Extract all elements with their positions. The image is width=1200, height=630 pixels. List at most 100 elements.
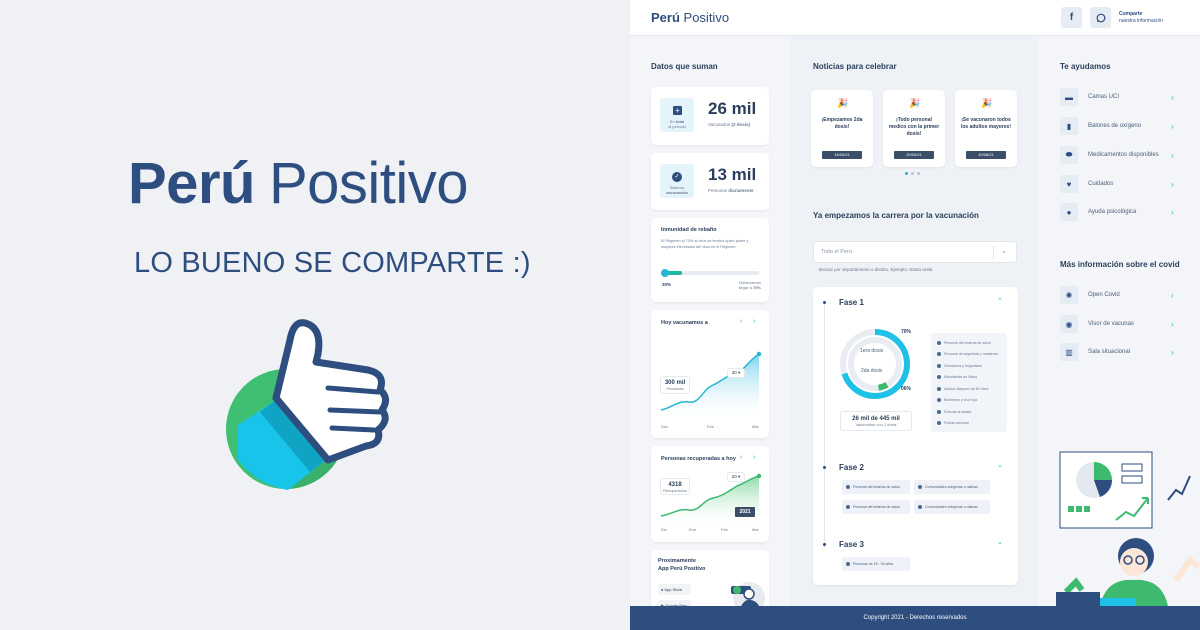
chevron-up-icon[interactable]: ⌃ [997,297,1003,305]
news-text: ¡Se vacunaron todos los adultos mayores! [960,117,1011,130]
diarios-number: 13 mil [708,165,757,184]
eye-icon: ◉ [1060,315,1078,333]
vacunados-total-card: + En total al periodo 26 mil Vacunados (2… [651,87,769,145]
recuperados-value-box: 4318 Recuperados [660,478,690,495]
share-line1: Comparte [1119,11,1143,17]
carousel-dot[interactable] [911,172,914,175]
immunity-goal: Deberíamos llegar a 70% [738,280,761,290]
hero-title: Perú Positivo [128,150,469,217]
thumbs-up-illustration [226,319,389,490]
brand-logo[interactable]: Perú Positivo [651,10,729,25]
fase1-legend: Personal del sistema de salud Personal d… [931,333,1007,432]
immunity-progress-knob[interactable] [661,269,669,277]
fase2-title[interactable]: Fase 2 [839,463,864,472]
recuperados-tooltip: 20 ▾ [727,472,745,482]
vacunamos-title: Hoy vacunamos a [661,320,708,326]
help-item-psicologica[interactable]: ● Ayuda psicológica › [1060,203,1174,221]
chevron-right-icon: › [1171,207,1174,217]
recuperados-title: Personas recuperadas a hoy [661,456,736,462]
appstore-button[interactable]: ● App Store [658,584,691,595]
fase3-title[interactable]: Fase 3 [839,540,864,549]
fase1-total-label: Vacunados con 2 dosis [855,422,897,427]
hero-panel: Perú Positivo LO BUENO SE COMPARTE :) [0,0,630,630]
legend-item: Fuerzas armadas [937,406,1001,418]
facebook-icon: f [1069,12,1074,23]
news-card[interactable]: 🎉 ¡Empezamos 2da dosis! 14/03/21 [811,90,873,167]
ayuda-column: Te ayudamos ▬ Camas UCI › ▮ Balones de oxíg… [1038,36,1200,606]
person-icon [846,485,850,489]
chevron-right-icon: › [1171,290,1174,300]
recuperados-value-label: Recuperados [663,488,687,493]
chevron-down-icon[interactable]: ⌄ [997,461,1003,469]
vacunados-number: 26 mil [708,99,757,118]
news-date: 10/08/21 [966,151,1006,159]
brand-light: Positivo [683,10,730,25]
chevron-right-icon: › [1171,347,1174,357]
immunity-title: Inmunidad de rebaño [661,227,717,233]
help-item-cuidados[interactable]: ♥ Cuidados › [1060,175,1174,193]
bar-chart-icon: ▥ [1060,343,1078,361]
next-arrow-icon[interactable]: › [753,454,755,461]
help-item-oxigeno[interactable]: ▮ Balones de oxígeno › [1060,117,1174,135]
brand-bold: Perú [651,10,680,25]
news-date: 14/03/21 [822,151,862,159]
vaccine-box-label: En total al periodo [668,119,686,129]
app-promo-card: Proximamente App Perú Positivo ● App Stor… [651,550,769,614]
chevron-right-icon: › [1171,150,1174,160]
next-arrow-icon[interactable]: › [753,318,755,325]
carousel-dot-active[interactable] [905,172,908,175]
person-icon [937,340,941,345]
recuperados-card: Personas recuperadas a hoy ‹ › 4318 Recu… [651,446,769,542]
info-item-visor[interactable]: ◉ Visor de vacunas › [1060,315,1174,333]
rec-x-label: Feb [721,527,728,532]
vacunamos-tooltip: 30 ▾ [727,368,745,378]
analyst-illustration [1056,451,1200,606]
fase1-title[interactable]: Fase 1 [839,298,864,307]
immunity-progress-track [661,269,759,277]
datos-heading: Datos que suman [651,62,718,71]
whatsapp-share-button[interactable] [1090,7,1111,28]
fase1-total-box: 26 mil de 445 mil Vacunados con 2 dosis [840,411,912,431]
oxygen-tank-icon: ▮ [1060,117,1078,135]
carousel-dot[interactable] [917,172,920,175]
news-text: ¡Empezamos 2da dosis! [821,117,863,130]
immunity-text: El Régimen al 70% al virus se tendría qu… [661,239,749,249]
diarios-desc: Personas diariamente [708,188,754,193]
share-line2: nuestra información [1119,18,1163,24]
info-item-sala[interactable]: ▥ Sala situacional › [1060,343,1174,361]
pill-icon: ⬬ [1060,146,1078,164]
select-divider [993,246,994,259]
news-card[interactable]: 🎉 ¡Todo personal medico con la primer do… [883,90,945,167]
person-icon [937,352,941,357]
ring-outer-label: 1era dosis [860,348,884,354]
immunity-start: 20% [662,282,672,287]
facebook-share-button[interactable]: f [1061,7,1082,28]
info-item-open-covid[interactable]: ✺ Open Covid › [1060,286,1174,304]
page: Perú Positivo LO BUENO SE COMPARTE :) Per… [0,0,1200,630]
region-select-value: Todo el Perú [821,249,852,255]
fase2-item: Comunidades indígenas o nativas [914,500,990,514]
region-select[interactable]: Todo el Perú ⌄ [813,241,1017,263]
fase2-item: Personal del sistema de salud [842,500,910,514]
ring-inner-pct: 06% [901,386,912,392]
chevron-right-icon: › [1171,179,1174,189]
help-item-camas[interactable]: ▬ Camas UCI › [1060,88,1174,106]
news-card[interactable]: 🎉 ¡Se vacunaron todos los adultos mayore… [955,90,1017,167]
person-icon [937,375,941,380]
timeline-bullet [823,466,826,469]
whatsapp-icon [1096,13,1105,22]
recuperados-area-chart [660,473,762,524]
legend-item: Voluntarios y brigadistas [937,360,1001,372]
person-icon [918,485,922,489]
timeline-bullet [823,301,826,304]
chevron-down-icon[interactable]: ⌄ [997,538,1003,546]
datos-column: Datos que suman + En total al periodo 26 … [630,36,790,614]
party-icon: 🎉 [909,98,921,108]
person-icon [937,421,941,426]
prev-arrow-icon[interactable]: ‹ [740,318,742,325]
vac-x-label: Dec [661,424,669,429]
fase1-legend-list: Personal del sistema de salud Personal d… [937,337,1001,429]
timeline-line [824,303,825,548]
prev-arrow-icon[interactable]: ‹ [740,454,742,461]
help-item-medicamentos[interactable]: ⬬ Medicamentos disponibles › [1060,146,1174,164]
